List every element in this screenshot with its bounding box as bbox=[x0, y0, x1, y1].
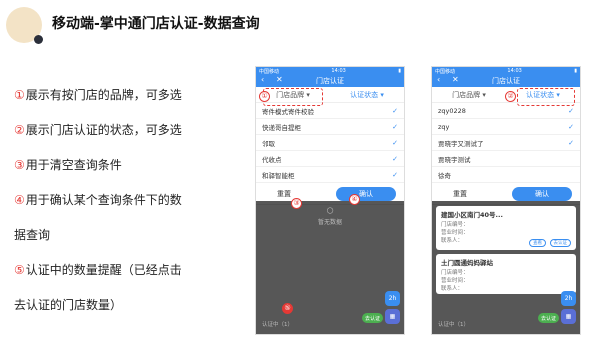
marker-4: ④ bbox=[349, 194, 360, 205]
auth-button[interactable]: 去认证 bbox=[361, 313, 383, 323]
description-item: ⑤认证中的数量提醒（已经点击 bbox=[14, 263, 182, 277]
empty-icon: ◯ bbox=[326, 207, 334, 214]
description-item: ①展示有按门店的品牌，可多选 bbox=[14, 88, 182, 102]
caret-down-icon: ▾ bbox=[380, 90, 384, 99]
battery-icon: ▮ bbox=[574, 68, 577, 74]
brand-option[interactable]: 快递哥自提柜 ✓ bbox=[256, 119, 404, 135]
float-button[interactable]: 2h bbox=[561, 291, 576, 306]
confirm-button[interactable]: 确认 bbox=[512, 186, 572, 201]
in-progress-count: 认证中（1） bbox=[262, 322, 293, 328]
reset-button[interactable]: 重置 bbox=[264, 189, 304, 199]
check-icon: ✓ bbox=[392, 170, 398, 179]
go-auth-button[interactable]: 去认证 bbox=[549, 239, 571, 247]
nav-bar: ‹ ✕ 门店认证 bbox=[256, 75, 404, 87]
battery-icon: ▮ bbox=[398, 68, 401, 74]
marker-2: ② bbox=[505, 91, 516, 102]
check-icon: ✓ bbox=[568, 106, 574, 115]
status-bar: 中国移动 14:03 ▮ bbox=[256, 67, 404, 75]
brand-options-list: 寄件模式寄件校验 ✓ 快递哥自提柜 ✓ 邻取 ✓ 代收点 ✓ 和驿智能柜 ✓ bbox=[256, 103, 404, 183]
caret-down-icon: ▾ bbox=[482, 90, 486, 99]
marker-5: ⑤ bbox=[282, 303, 293, 314]
description-item: ③用于清空查询条件 bbox=[14, 158, 122, 172]
brand-option[interactable]: 代收点 ✓ bbox=[256, 151, 404, 167]
back-icon[interactable]: ‹ bbox=[261, 75, 264, 84]
highlight-box-status bbox=[517, 88, 575, 106]
status-options-list: zqy0228 ✓ zqy ✓ 贾晓宇又测试了 ✓ 贾晓宇测试 徐奇 bbox=[432, 103, 580, 183]
confirm-button[interactable]: 确认 bbox=[336, 186, 396, 201]
nav-bar: ‹ ✕ 门店认证 bbox=[432, 75, 580, 87]
marker-1: ① bbox=[259, 91, 270, 102]
marker-3: ③ bbox=[291, 198, 302, 209]
description-item: 去认证的门店数量） bbox=[14, 298, 123, 312]
dim-overlay[interactable]: 建国小区南门40号... 门店编号： 营业时间： 联系人： 查看 去认证 土门圆… bbox=[432, 201, 580, 334]
slide: { "slide": { "title": "移动端-掌中通门店认证-数据查询"… bbox=[0, 0, 600, 342]
status-bar: 中国移动 14:03 ▮ bbox=[432, 67, 580, 75]
auth-button[interactable]: 去认证 bbox=[537, 313, 559, 323]
reset-button[interactable]: 重置 bbox=[440, 189, 480, 199]
store-card[interactable]: 土门圆通妈妈驿站 门店编号： 营业时间： 联系人： bbox=[436, 254, 576, 294]
brand-option[interactable]: 邻取 ✓ bbox=[256, 135, 404, 151]
status-option[interactable]: zqy ✓ bbox=[432, 119, 580, 135]
phone-screenshot-brand-filter: 中国移动 14:03 ▮ ‹ ✕ 门店认证 门店品牌 ▾ 认证状态 ▾ 寄件模式寄件… bbox=[255, 66, 405, 335]
empty-text: 暂无数据 bbox=[317, 219, 342, 226]
in-progress-count: 认证中（1） bbox=[438, 322, 469, 328]
title-decoration-dot bbox=[34, 35, 43, 44]
brand-option[interactable]: 和驿智能柜 ✓ bbox=[256, 167, 404, 183]
status-filter[interactable]: 认证状态 ▾ bbox=[330, 90, 404, 100]
view-button[interactable]: 查看 bbox=[529, 239, 546, 247]
check-icon: ✓ bbox=[392, 122, 398, 131]
slide-title: 移动端-掌中通门店认证-数据查询 bbox=[52, 16, 260, 32]
description-item: ②展示门店认证的状态，可多选 bbox=[14, 123, 182, 137]
grid-icon[interactable]: ▦ bbox=[561, 309, 576, 324]
check-icon: ✓ bbox=[568, 138, 574, 147]
status-option[interactable]: 徐奇 bbox=[432, 167, 580, 183]
back-icon[interactable]: ‹ bbox=[437, 75, 440, 84]
grid-icon[interactable]: ▦ bbox=[385, 309, 400, 324]
status-option[interactable]: 贾晓宇测试 bbox=[432, 151, 580, 167]
store-card[interactable]: 建国小区南门40号... 门店编号： 营业时间： 联系人： 查看 去认证 bbox=[436, 206, 576, 250]
check-icon: ✓ bbox=[392, 138, 398, 147]
highlight-box-brand bbox=[263, 88, 323, 106]
description-item: 据查询 bbox=[14, 228, 51, 242]
status-option[interactable]: 贾晓宇又测试了 ✓ bbox=[432, 135, 580, 151]
float-button[interactable]: 2h bbox=[385, 291, 400, 306]
close-icon[interactable]: ✕ bbox=[276, 75, 283, 84]
close-icon[interactable]: ✕ bbox=[452, 75, 459, 84]
dim-overlay[interactable]: ◯ 暂无数据 2h ▦ 去认证 认证中（1） bbox=[256, 201, 404, 334]
check-icon: ✓ bbox=[392, 106, 398, 115]
check-icon: ✓ bbox=[568, 122, 574, 131]
description-item: ④用于确认某个查询条件下的数 bbox=[14, 193, 182, 207]
check-icon: ✓ bbox=[392, 154, 398, 163]
brand-filter[interactable]: 门店品牌 ▾ bbox=[432, 90, 506, 100]
phone-screenshot-status-filter: 中国移动 14:03 ▮ ‹ ✕ 门店认证 门店品牌 ▾ 认证状态 ▾ zqy022… bbox=[431, 66, 581, 335]
